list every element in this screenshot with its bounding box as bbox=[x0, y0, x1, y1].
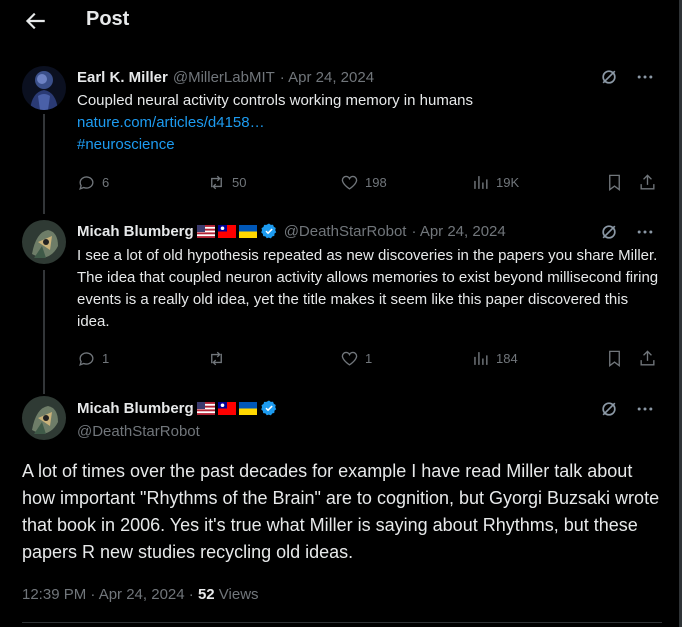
post-body: Coupled neural activity controls working… bbox=[77, 92, 474, 109]
author-handle[interactable]: @MillerLabMIT bbox=[173, 69, 275, 86]
like-count: 1 bbox=[365, 351, 373, 366]
share-icon bbox=[640, 350, 655, 366]
more-icon[interactable] bbox=[635, 67, 655, 87]
repost-icon bbox=[211, 175, 222, 190]
thread-line bbox=[43, 270, 45, 394]
article-link[interactable]: nature.com/articles/d4158… bbox=[77, 112, 662, 134]
repost-button[interactable]: 50 bbox=[207, 173, 246, 192]
taiwan-flag-icon bbox=[217, 401, 236, 415]
reply-count: 6 bbox=[102, 175, 110, 190]
taiwan-flag-icon bbox=[217, 224, 236, 238]
avatar[interactable] bbox=[22, 220, 66, 264]
main-post-body: A lot of times over the past decades for… bbox=[22, 461, 660, 562]
reply-icon bbox=[79, 352, 94, 366]
tweet-micah-reply[interactable]: Micah Blumberg @DeathStarRobot · Apr 24,… bbox=[0, 218, 679, 394]
like-button[interactable]: 1 bbox=[340, 349, 372, 368]
views-count: 184 bbox=[496, 351, 518, 366]
repost-icon bbox=[211, 351, 222, 366]
hashtag-link[interactable]: #neuroscience bbox=[77, 134, 662, 156]
us-flag-icon bbox=[196, 224, 215, 238]
action-bar: 6 50 198 19K bbox=[77, 173, 657, 195]
verified-badge-icon[interactable] bbox=[260, 222, 278, 240]
avatar[interactable] bbox=[22, 396, 66, 440]
like-button[interactable]: 198 bbox=[340, 173, 387, 192]
grok-icon[interactable] bbox=[599, 222, 619, 242]
bookmark-icon bbox=[609, 350, 620, 367]
ukraine-flag-icon bbox=[238, 224, 257, 238]
heart-icon bbox=[341, 351, 358, 366]
author-row: Micah Blumberg bbox=[77, 397, 278, 419]
views-count: 52 bbox=[197, 586, 215, 603]
post-body: I see a lot of old hypothesis repeated a… bbox=[77, 247, 659, 330]
repost-button[interactable] bbox=[207, 349, 232, 368]
author-handle[interactable]: @DeathStarRobot bbox=[77, 423, 200, 440]
page-title: Post bbox=[86, 8, 130, 30]
grok-icon[interactable] bbox=[599, 67, 619, 87]
post-text: Coupled neural activity controls working… bbox=[77, 90, 662, 156]
avatar[interactable] bbox=[22, 66, 66, 110]
views-button[interactable]: 184 bbox=[471, 349, 518, 368]
ukraine-flag-icon bbox=[238, 401, 257, 415]
author-row: Earl K. Miller @MillerLabMIT · Apr 24, 2… bbox=[77, 66, 374, 88]
page-header: Post bbox=[0, 0, 679, 44]
post-timestamp[interactable]: 12:39 PM · Apr 24, 2024 · bbox=[22, 586, 198, 603]
author-handle[interactable]: @DeathStarRobot bbox=[284, 223, 407, 240]
share-icon bbox=[640, 174, 655, 190]
bookmark-button[interactable] bbox=[605, 349, 624, 368]
share-button[interactable] bbox=[638, 349, 657, 368]
post-meta: 12:39 PM · Apr 24, 2024 · 52 Views bbox=[22, 586, 259, 603]
reply-button[interactable]: 6 bbox=[77, 173, 109, 192]
views-icon bbox=[474, 352, 488, 365]
like-count: 198 bbox=[365, 175, 387, 190]
post-date[interactable]: · Apr 24, 2024 bbox=[280, 69, 374, 86]
views-count: 19K bbox=[496, 175, 520, 190]
author-name[interactable]: Earl K. Miller bbox=[77, 69, 168, 86]
tweet-earl-miller[interactable]: Earl K. Miller @MillerLabMIT · Apr 24, 2… bbox=[0, 60, 679, 214]
views-icon bbox=[474, 176, 488, 189]
handle-row: @DeathStarRobot bbox=[77, 420, 200, 442]
post-date[interactable]: · Apr 24, 2024 bbox=[411, 223, 505, 240]
divider bbox=[22, 622, 662, 623]
views-button[interactable]: 19K bbox=[471, 173, 519, 192]
share-button[interactable] bbox=[638, 173, 657, 192]
author-name[interactable]: Micah Blumberg bbox=[77, 223, 194, 240]
us-flag-icon bbox=[196, 401, 215, 415]
reply-count: 1 bbox=[102, 351, 110, 366]
author-name[interactable]: Micah Blumberg bbox=[77, 400, 194, 417]
action-bar: 1 1 184 bbox=[77, 349, 657, 371]
grok-icon[interactable] bbox=[599, 399, 619, 419]
bookmark-button[interactable] bbox=[605, 173, 624, 192]
reply-icon bbox=[79, 176, 94, 190]
bookmark-icon bbox=[609, 174, 620, 191]
heart-icon bbox=[341, 175, 358, 190]
views-label: Views bbox=[214, 586, 259, 603]
more-icon[interactable] bbox=[635, 222, 655, 242]
reply-button[interactable]: 1 bbox=[77, 349, 109, 368]
thread-line bbox=[43, 114, 45, 214]
arrow-left-icon[interactable] bbox=[22, 8, 48, 34]
repost-count: 50 bbox=[232, 175, 247, 190]
more-icon[interactable] bbox=[635, 399, 655, 419]
author-row: Micah Blumberg @DeathStarRobot · Apr 24,… bbox=[77, 220, 506, 242]
verified-badge-icon[interactable] bbox=[260, 399, 278, 417]
